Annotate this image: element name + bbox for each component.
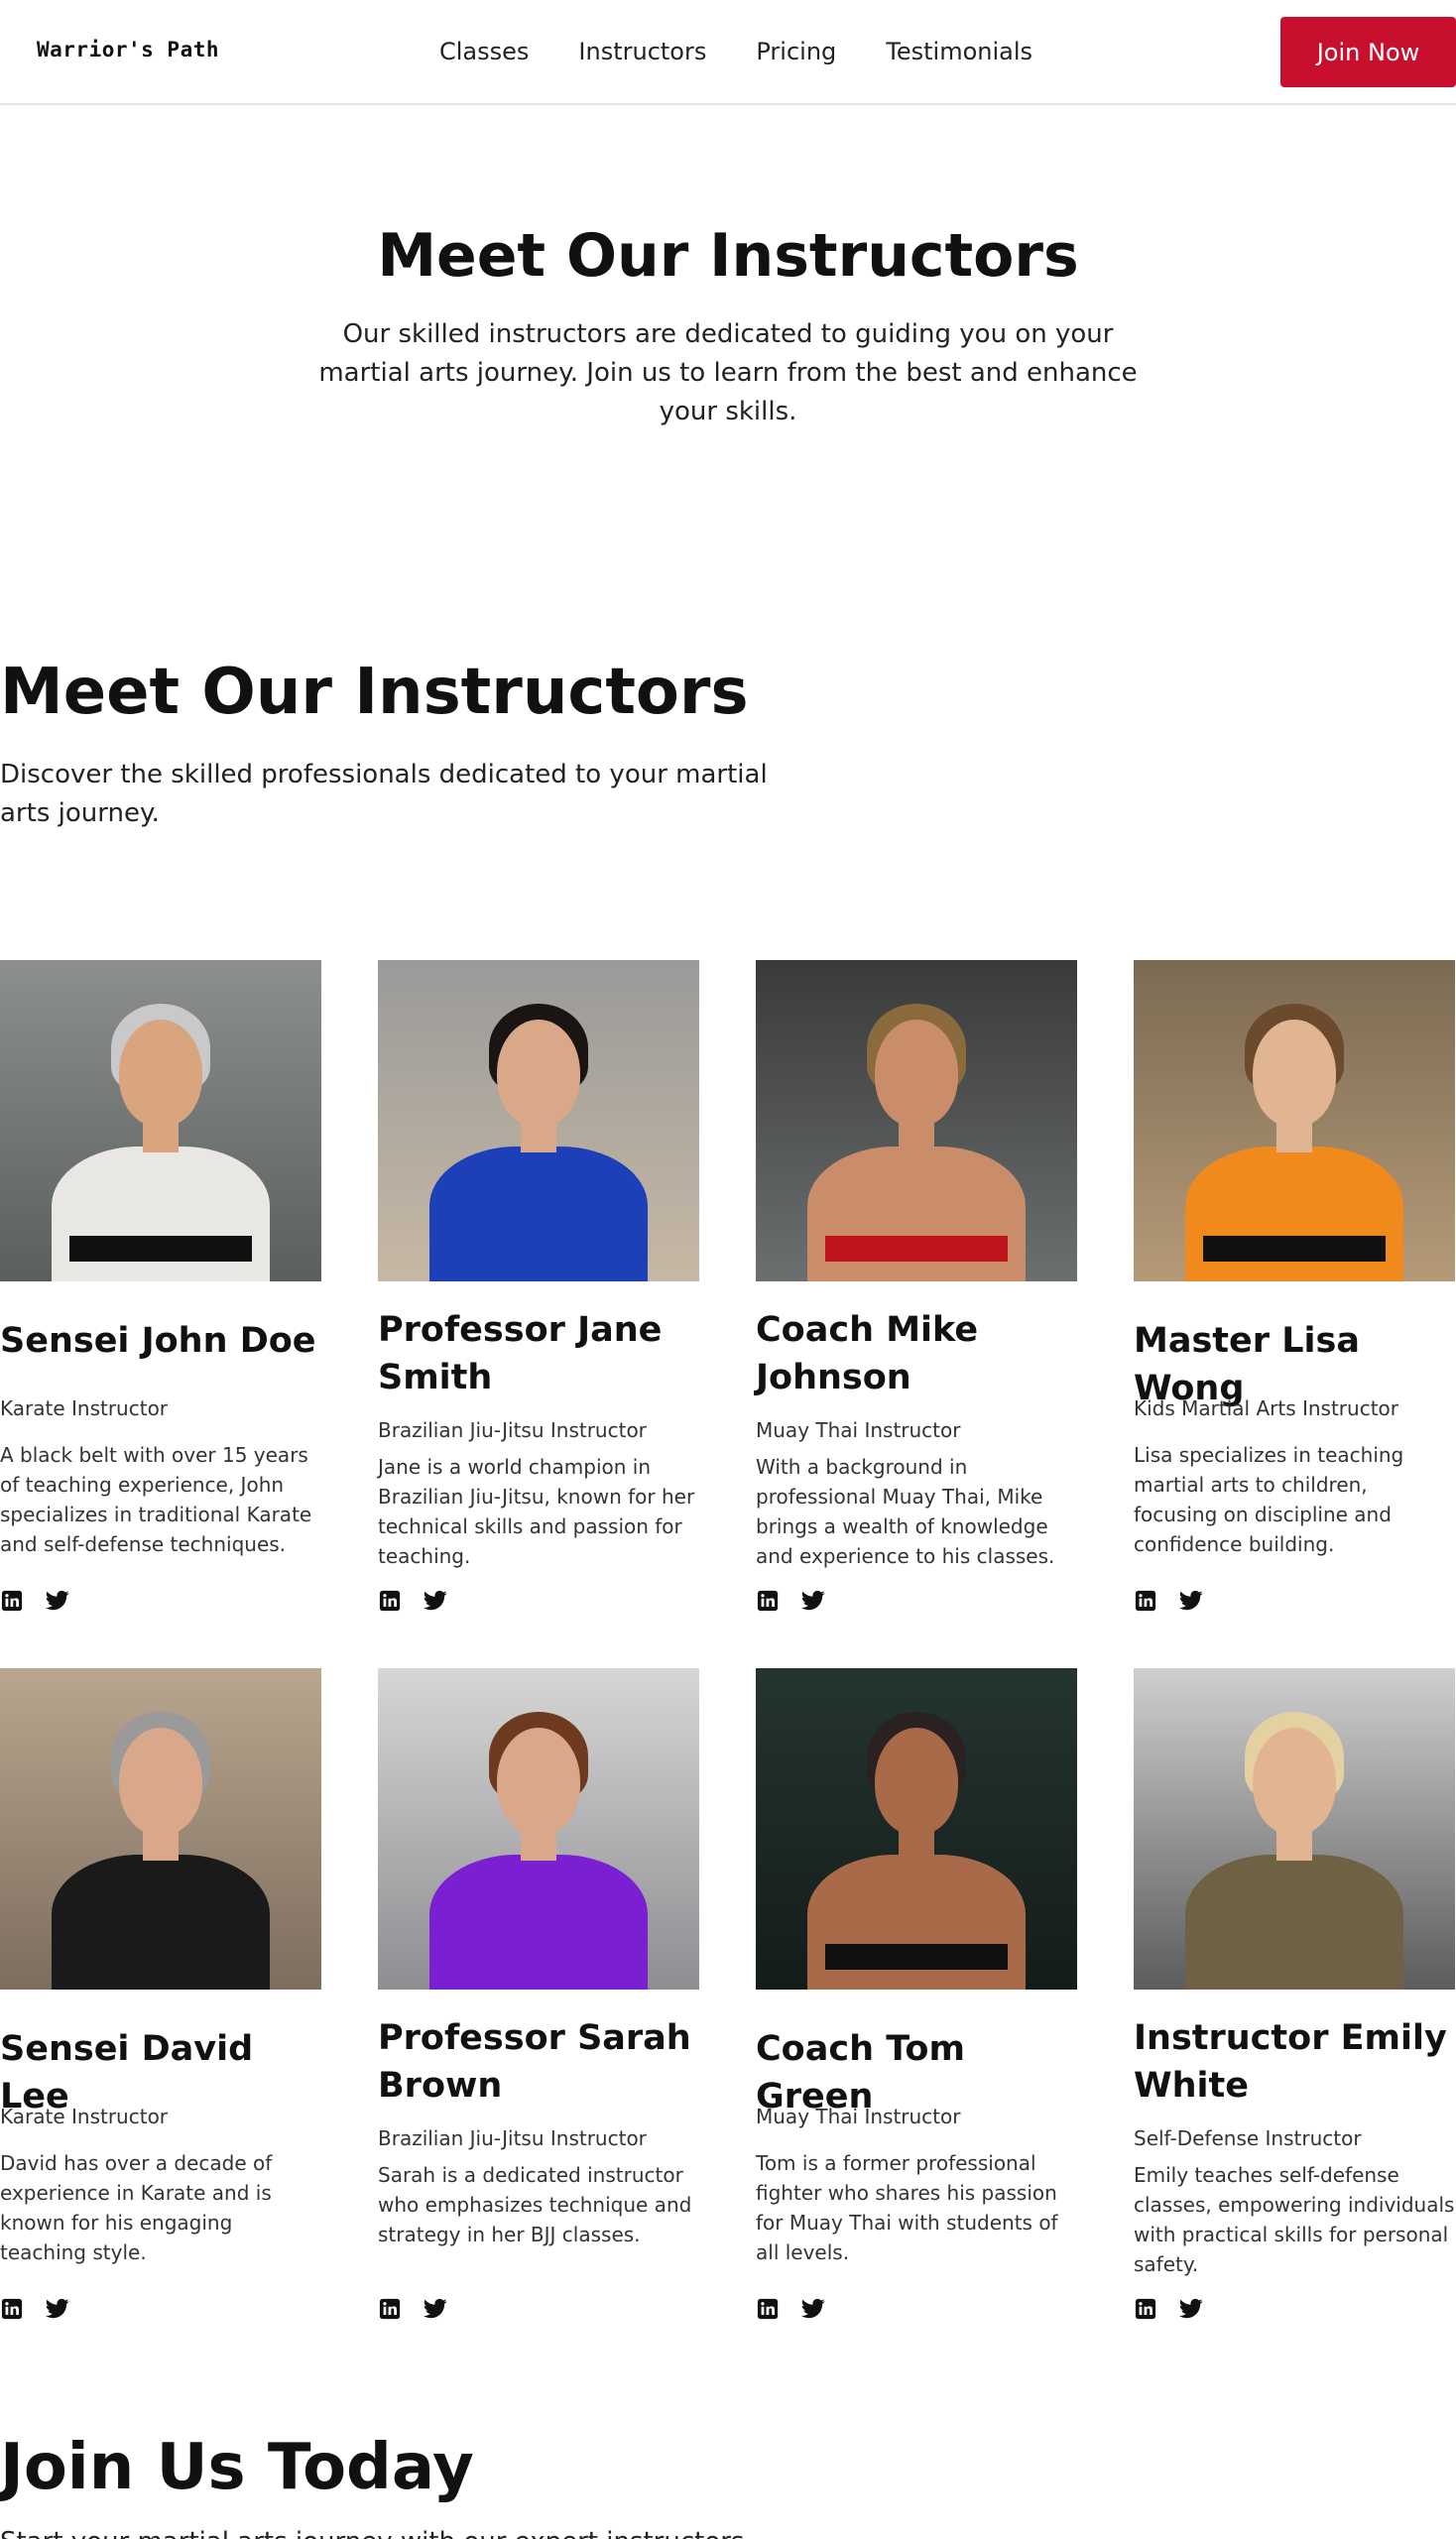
social-links [378, 2297, 447, 2321]
social-links [0, 2297, 69, 2321]
cta-title: Join Us Today [0, 2431, 474, 2504]
instructor-photo [0, 1668, 321, 1990]
instructor-role: Self-Defense Instructor [1134, 2126, 1362, 2150]
instructor-role: Muay Thai Instructor [756, 1418, 961, 1442]
social-links [378, 1589, 447, 1613]
twitter-icon[interactable] [1179, 2297, 1203, 2321]
instructor-photo [1134, 1668, 1455, 1990]
instructor-card: Coach Tom Green Muay Thai Instructor Tom i… [756, 1668, 1079, 2320]
instructor-bio: Sarah is a dedicated instructor who emph… [378, 2163, 692, 2246]
social-links [1134, 1589, 1203, 1613]
instructor-bio: Lisa specializes in teaching martial art… [1134, 1443, 1404, 1556]
linkedin-icon[interactable] [378, 2297, 402, 2321]
section-title: Meet Our Instructors [0, 656, 749, 729]
instructor-photo [1134, 960, 1455, 1281]
hero-section: Meet Our Instructors Our skilled instruc… [0, 105, 1456, 581]
instructor-bio: Tom is a former professional fighter who… [756, 2151, 1058, 2264]
instructor-photo [756, 960, 1077, 1281]
linkedin-icon[interactable] [0, 2297, 24, 2321]
instructor-name: Sensei John Doe [0, 1321, 316, 1361]
instructor-name: Professor Jane Smith [378, 1310, 663, 1397]
instructor-photo [378, 960, 699, 1281]
instructor-role: Brazilian Jiu-Jitsu Instructor [378, 2126, 647, 2150]
instructor-name: Coach Mike Johnson [756, 1310, 979, 1397]
instructor-photo [756, 1668, 1077, 1990]
section-subtitle: Discover the skilled professionals dedic… [0, 760, 768, 828]
nav-link-testimonials[interactable]: Testimonials [886, 32, 1032, 71]
linkedin-icon[interactable] [756, 2297, 780, 2321]
twitter-icon[interactable] [801, 1589, 825, 1613]
hero-title: Meet Our Instructors [377, 221, 1079, 291]
instructor-role: Karate Instructor [0, 1396, 169, 1420]
instructor-role: Muay Thai Instructor [756, 2105, 961, 2128]
linkedin-icon[interactable] [1134, 1589, 1157, 1613]
social-links [0, 1589, 69, 1613]
hero-subtitle: Our skilled instructors are dedicated to… [318, 319, 1138, 426]
instructor-card: Coach Mike Johnson Muay Thai Instructor Wi… [756, 960, 1079, 1612]
linkedin-icon[interactable] [1134, 2297, 1157, 2321]
instructor-photo [0, 960, 321, 1281]
instructor-card: Sensei David Lee Karate Instructor David h… [0, 1668, 323, 2320]
twitter-icon[interactable] [424, 1589, 447, 1613]
instructor-card: Instructor Emily White Self-Defense Instr… [1134, 1668, 1456, 2320]
instructor-bio: With a background in professional Muay T… [756, 1455, 1055, 1568]
instructor-name: Instructor Emily White [1134, 2018, 1447, 2106]
instructor-card: Professor Sarah Brown Brazilian Jiu-Jitsu… [378, 1668, 701, 2320]
instructor-card: Master Lisa Wong Kids Martial Arts Instru… [1134, 960, 1456, 1612]
instructor-role: Karate Instructor [0, 2105, 169, 2128]
linkedin-icon[interactable] [378, 1589, 402, 1613]
nav-link-pricing[interactable]: Pricing [756, 32, 836, 71]
twitter-icon[interactable] [801, 2297, 825, 2321]
site-logo[interactable]: Warrior's Path [37, 38, 219, 61]
nav-link-instructors[interactable]: Instructors [578, 32, 706, 71]
social-links [1134, 2297, 1203, 2321]
instructor-bio: David has over a decade of experience in… [0, 2151, 273, 2264]
join-now-button[interactable]: Join Now [1280, 17, 1456, 87]
instructor-card: Professor Jane Smith Brazilian Jiu-Jitsu … [378, 960, 701, 1612]
nav-link-classes[interactable]: Classes [439, 32, 529, 71]
site-header: Warrior's Path Classes Instructors Prici… [0, 0, 1456, 105]
twitter-icon[interactable] [424, 2297, 447, 2321]
social-links [756, 1589, 825, 1613]
instructor-bio: Emily teaches self-defense classes, empo… [1134, 2163, 1455, 2276]
instructor-photo [378, 1668, 699, 1990]
instructor-bio: A black belt with over 15 years of teach… [0, 1443, 312, 1556]
instructor-bio: Jane is a world champion in Brazilian Ji… [378, 1455, 695, 1568]
twitter-icon[interactable] [46, 1589, 69, 1613]
instructor-role: Kids Martial Arts Instructor [1134, 1396, 1399, 1420]
linkedin-icon[interactable] [0, 1589, 24, 1613]
instructor-name: Professor Sarah Brown [378, 2018, 691, 2106]
cta-subtitle: Start your martial arts journey with our… [0, 2523, 744, 2539]
twitter-icon[interactable] [46, 2297, 69, 2321]
social-links [756, 2297, 825, 2321]
main-nav: Classes Instructors Pricing Testimonials [439, 32, 1082, 71]
twitter-icon[interactable] [1179, 1589, 1203, 1613]
instructor-role: Brazilian Jiu-Jitsu Instructor [378, 1418, 647, 1442]
linkedin-icon[interactable] [756, 1589, 780, 1613]
instructor-card: Sensei John Doe Karate Instructor A black … [0, 960, 323, 1612]
